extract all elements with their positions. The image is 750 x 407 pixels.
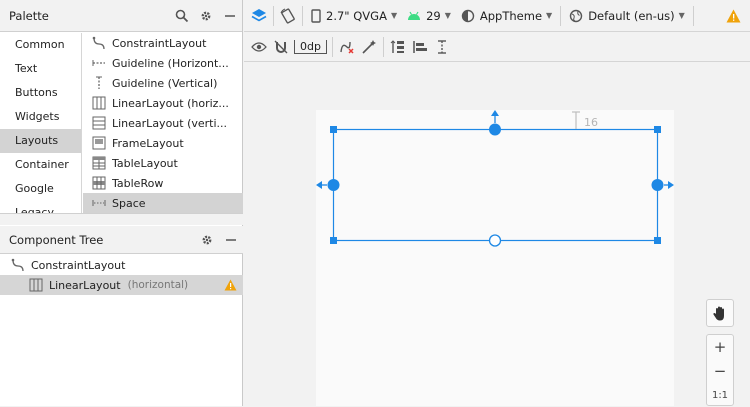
palette-item[interactable]: LinearLayout (horiz... [83,93,243,113]
palette-title: Palette [9,8,49,23]
phone-icon [311,8,321,23]
tree-row-child[interactable]: LinearLayout (horizontal) [0,275,243,295]
category-legacy[interactable]: Legacy [0,201,81,213]
warning-icon[interactable] [722,5,744,27]
constraint-icon [91,36,107,50]
arrow-up-icon [491,110,499,116]
component-tree-title: Component Tree [9,232,104,247]
theme-icon [461,9,475,22]
top-toolbar: 2.7" QVGA ▼ 29 ▼ AppTheme ▼ Default (en-… [244,0,750,32]
device-selector[interactable]: 2.7" QVGA ▼ [306,4,402,28]
panel-splitter[interactable] [0,213,243,225]
constraint-toolbar: 0dp [244,33,750,62]
pan-button[interactable] [706,299,734,327]
arrow-right-icon [668,181,674,189]
palette-item[interactable]: FrameLayout [83,133,243,153]
palette-categories: Common Text Buttons Widgets Layouts Cont… [0,33,82,213]
palette-item[interactable]: LinearLayout (verti... [83,113,243,133]
chevron-down-icon: ▼ [444,11,451,20]
anchor-bottom[interactable] [488,234,502,247]
component-tree-header: Component Tree [0,226,243,254]
theme-selector[interactable]: AppTheme ▼ [456,4,557,28]
palette-item[interactable]: Guideline (Vertical) [83,73,243,93]
palette-item[interactable]: TableLayout [83,153,243,173]
separator [331,37,333,57]
chevron-down-icon: ▼ [678,11,685,20]
palette-item-selected[interactable]: Space [83,193,243,213]
selected-view-overlay [316,110,674,247]
palette-items: ConstraintLayout Guideline (Horizont... … [83,33,243,213]
layers-icon[interactable] [248,5,270,27]
tree-root-label: ConstraintLayout [31,258,126,272]
category-google[interactable]: Google [0,177,81,201]
linear-horizontal-icon [91,96,107,110]
infer-constraints-icon[interactable] [358,36,380,58]
magnet-off-icon[interactable] [270,36,292,58]
eye-icon[interactable] [248,36,270,58]
linear-vertical-icon [91,116,107,130]
tree-child-hint: (horizontal) [127,279,189,291]
chevron-down-icon: ▼ [546,11,553,20]
category-widgets[interactable]: Widgets [0,105,81,129]
zoom-out-button[interactable]: − [707,359,733,383]
margin-value-label: 16 [584,116,598,129]
orientation-icon[interactable] [277,5,299,27]
guidelines-icon[interactable] [431,36,453,58]
category-container[interactable]: Container [0,153,81,177]
resize-handle-top-right[interactable] [654,126,661,133]
chevron-down-icon: ▼ [390,11,398,20]
table-row-icon [91,176,107,190]
default-margin-selector[interactable]: 0dp [292,35,329,59]
gear-icon[interactable] [195,230,219,250]
palette-item[interactable]: ConstraintLayout [83,33,243,53]
hand-icon [713,306,724,320]
category-common[interactable]: Common [0,33,81,57]
zoom-in-button[interactable]: + [707,335,733,359]
android-icon [408,11,421,20]
palette-item[interactable]: TableRow [83,173,243,193]
resize-handle-bottom-left[interactable] [330,237,337,244]
constraint-icon [10,258,26,272]
arrow-left-icon [316,181,322,189]
tree-row-root[interactable]: ConstraintLayout [0,255,243,275]
category-buttons[interactable]: Buttons [0,81,81,105]
guideline-vertical-icon [91,76,107,90]
gear-icon[interactable] [194,6,218,26]
separator [382,37,384,57]
anchor-top[interactable] [489,123,501,136]
tree-child-label: LinearLayout [49,278,121,292]
linear-horizontal-icon [28,278,44,292]
frame-icon [91,136,107,150]
warning-icon[interactable] [224,279,237,291]
separator [560,5,562,26]
component-tree-panel: Component Tree ConstraintLayout LinearLa… [0,226,243,406]
palette-item[interactable]: Guideline (Horizont... [83,53,243,73]
category-text[interactable]: Text [0,57,81,81]
zoom-controls: + − 1:1 [706,334,734,406]
resize-handle-top-left[interactable] [330,126,337,133]
globe-icon [569,9,583,22]
pack-icon[interactable] [387,36,409,58]
anchor-right[interactable] [651,179,664,191]
clear-constraints-icon[interactable] [336,36,358,58]
palette-header: Palette [0,0,242,32]
resize-handle-bottom-right[interactable] [654,237,661,244]
align-icon[interactable] [409,36,431,58]
search-icon[interactable] [170,6,194,26]
space-icon [91,196,107,210]
category-layouts[interactable]: Layouts [0,129,81,153]
anchor-left[interactable] [327,179,340,191]
api-selector[interactable]: 29 ▼ [402,4,456,28]
locale-selector[interactable]: Default (en-us) ▼ [564,4,690,28]
table-icon [91,156,107,170]
zoom-actual-size-button[interactable]: 1:1 [707,383,733,407]
separator [302,5,303,26]
minimize-icon[interactable] [219,230,243,250]
separator [273,5,274,26]
minimize-icon[interactable] [218,6,242,26]
selection-outline[interactable] [332,128,659,242]
guideline-horizontal-icon [91,56,107,70]
separator [692,5,694,26]
